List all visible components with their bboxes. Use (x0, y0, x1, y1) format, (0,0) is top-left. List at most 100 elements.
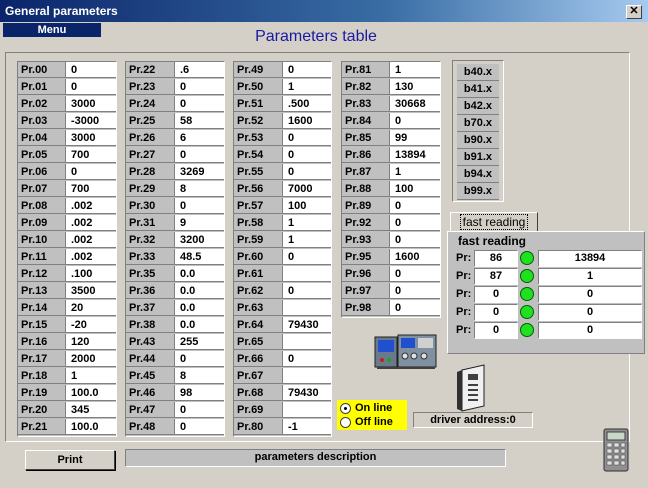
param-value-field[interactable]: .6 (175, 62, 224, 78)
param-value-field[interactable]: .100 (66, 266, 116, 282)
param-value-field[interactable]: 255 (175, 334, 224, 350)
param-value-field[interactable]: 0 (390, 232, 440, 248)
param-value-field[interactable]: 3269 (175, 164, 224, 180)
param-value-field[interactable]: .002 (66, 215, 116, 231)
param-value-field[interactable]: 700 (66, 147, 116, 163)
param-value-field[interactable]: 7000 (283, 181, 331, 197)
param-value-field[interactable]: 100.0 (66, 419, 116, 435)
param-value-field[interactable]: 0 (66, 62, 116, 78)
param-value-field[interactable]: 58 (175, 113, 224, 129)
param-value-field[interactable]: 0.0 (175, 283, 224, 299)
param-value-field[interactable]: 30668 (390, 96, 440, 112)
fast-reading-button[interactable]: fast reading (450, 212, 538, 232)
bit-param-button[interactable]: b40.x (457, 64, 499, 81)
param-value-field[interactable]: 0 (283, 62, 331, 78)
param-value-field[interactable]: 700 (66, 181, 116, 197)
online-radio-dot[interactable] (340, 403, 351, 414)
param-value-field[interactable]: 0 (390, 113, 440, 129)
param-value-field[interactable] (283, 402, 331, 418)
bit-param-button[interactable]: b94.x (457, 166, 499, 183)
offline-radio-dot[interactable] (340, 417, 351, 428)
param-value-field[interactable]: 0.0 (175, 300, 224, 316)
param-value-field[interactable]: 1 (283, 232, 331, 248)
param-value-field[interactable]: 0.0 (175, 266, 224, 282)
fast-reading-param-input[interactable]: 0 (474, 304, 518, 321)
param-value-field[interactable]: 98 (175, 385, 224, 401)
param-value-field[interactable]: 48.5 (175, 249, 224, 265)
param-value-field[interactable]: -1 (283, 419, 331, 435)
param-value-field[interactable] (283, 368, 331, 384)
param-value-field[interactable]: 100 (390, 181, 440, 197)
param-value-field[interactable]: 99 (390, 130, 440, 146)
param-value-field[interactable]: -3000 (66, 113, 116, 129)
param-value-field[interactable]: 8 (175, 368, 224, 384)
param-value-field[interactable]: 0 (283, 249, 331, 265)
param-value-field[interactable]: 0 (283, 283, 331, 299)
bit-param-button[interactable]: b42.x (457, 98, 499, 115)
param-value-field[interactable]: 79430 (283, 385, 331, 401)
param-value-field[interactable]: 0 (175, 351, 224, 367)
parameters-description-button[interactable]: parameters description (125, 449, 506, 467)
param-value-field[interactable]: 1 (66, 368, 116, 384)
param-value-field[interactable]: .002 (66, 249, 116, 265)
param-value-field[interactable]: 3200 (175, 232, 224, 248)
param-value-field[interactable]: 0 (390, 215, 440, 231)
bit-param-button[interactable]: b91.x (457, 149, 499, 166)
param-value-field[interactable]: 0 (283, 130, 331, 146)
param-value-field[interactable]: 3000 (66, 96, 116, 112)
param-value-field[interactable]: 1 (283, 79, 331, 95)
param-value-field[interactable]: 0 (390, 198, 440, 214)
param-value-field[interactable]: 0 (283, 147, 331, 163)
param-value-field[interactable]: .002 (66, 232, 116, 248)
bit-param-button[interactable]: b70.x (457, 115, 499, 132)
param-value-field[interactable]: 20 (66, 300, 116, 316)
param-value-field[interactable]: 120 (66, 334, 116, 350)
fast-reading-param-input[interactable]: 87 (474, 268, 518, 285)
param-value-field[interactable]: 1600 (390, 249, 440, 265)
param-value-field[interactable]: 100.0 (66, 385, 116, 401)
bit-param-button[interactable]: b90.x (457, 132, 499, 149)
param-value-field[interactable]: 2000 (66, 351, 116, 367)
param-value-field[interactable]: 0 (390, 300, 440, 316)
param-value-field[interactable]: 1 (390, 164, 440, 180)
param-value-field[interactable]: -20 (66, 317, 116, 333)
param-value-field[interactable]: 0 (175, 402, 224, 418)
param-value-field[interactable]: 0 (390, 266, 440, 282)
fast-reading-param-input[interactable]: 0 (474, 322, 518, 339)
param-value-field[interactable]: 345 (66, 402, 116, 418)
param-value-field[interactable]: 3000 (66, 130, 116, 146)
param-value-field[interactable]: 100 (283, 198, 331, 214)
param-value-field[interactable]: 0 (175, 96, 224, 112)
bit-param-button[interactable]: b99.x (457, 183, 499, 200)
param-value-field[interactable]: 79430 (283, 317, 331, 333)
param-value-field[interactable]: 0 (66, 164, 116, 180)
param-value-field[interactable] (283, 334, 331, 350)
param-value-field[interactable]: 8 (175, 181, 224, 197)
print-button[interactable]: Print (25, 450, 115, 470)
param-value-field[interactable]: 6 (175, 130, 224, 146)
param-value-field[interactable]: 0.0 (175, 317, 224, 333)
fast-reading-param-input[interactable]: 0 (474, 286, 518, 303)
param-value-field[interactable]: 0 (175, 147, 224, 163)
param-value-field[interactable]: 1 (283, 215, 331, 231)
param-value-field[interactable]: 130 (390, 79, 440, 95)
param-value-field[interactable]: 1600 (283, 113, 331, 129)
param-value-field[interactable]: 0 (175, 79, 224, 95)
calculator-icon[interactable] (603, 428, 629, 472)
param-value-field[interactable]: 3500 (66, 283, 116, 299)
param-value-field[interactable]: 0 (283, 164, 331, 180)
param-value-field[interactable]: 13894 (390, 147, 440, 163)
instruments-icon[interactable] (374, 334, 438, 370)
param-value-field[interactable]: 1 (390, 62, 440, 78)
param-value-field[interactable]: 0 (283, 351, 331, 367)
close-button[interactable]: ✕ (626, 5, 642, 19)
param-value-field[interactable] (283, 266, 331, 282)
fast-reading-param-input[interactable]: 86 (474, 250, 518, 267)
param-value-field[interactable]: .002 (66, 198, 116, 214)
param-value-field[interactable] (283, 300, 331, 316)
param-value-field[interactable]: 0 (175, 198, 224, 214)
param-value-field[interactable]: 0 (175, 419, 224, 435)
param-value-field[interactable]: 0 (66, 79, 116, 95)
param-value-field[interactable]: 0 (390, 283, 440, 299)
bit-param-button[interactable]: b41.x (457, 81, 499, 98)
